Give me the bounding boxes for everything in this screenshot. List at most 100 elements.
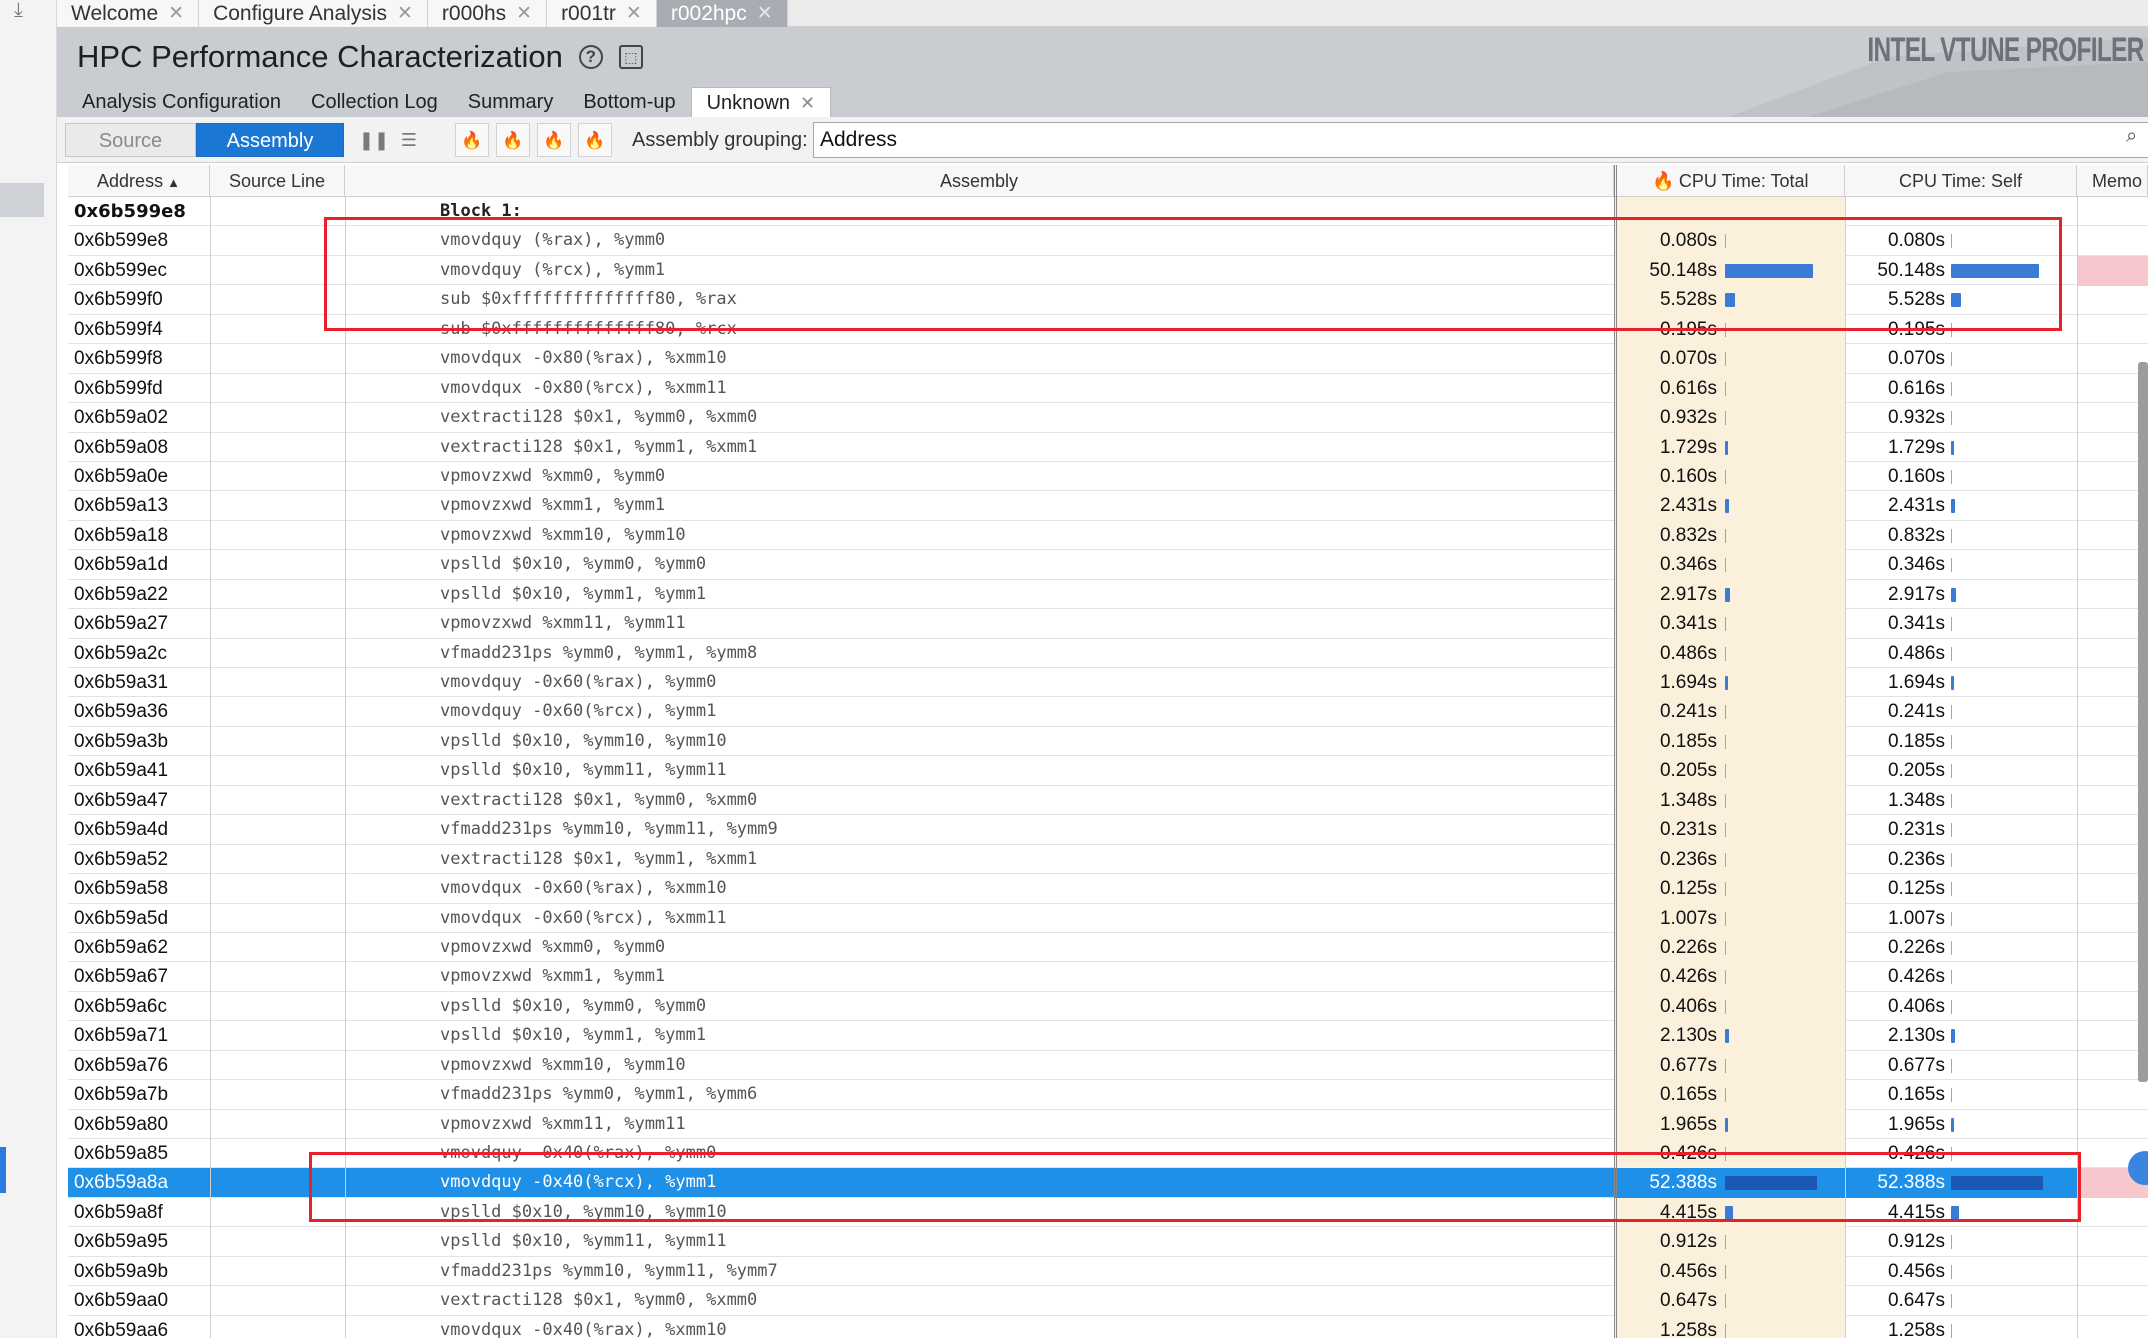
cpu-total-cell-value: 0.832s bbox=[1659, 524, 1717, 546]
view-tab-4[interactable]: Unknown ✕ bbox=[690, 87, 832, 118]
table-row[interactable]: 0x6b59a47 vextracti128 $0x1, %ymm0, %xmm0… bbox=[68, 785, 2148, 816]
hotspot-prev-icon[interactable]: 🔥 bbox=[537, 123, 571, 157]
toolbar: Source Assembly ❚❚ ☰ 🔥 🔥 🔥 🔥 Assembly gr… bbox=[57, 117, 2148, 163]
column-address[interactable]: Address ▲ bbox=[68, 165, 210, 197]
column-cpu-time-total[interactable]: 🔥 CPU Time: Total bbox=[1614, 165, 1845, 197]
cpu-self-cell: 0.677s bbox=[1845, 1050, 2077, 1081]
table-row[interactable]: 0x6b599f8 vmovdqux -0x80(%rax), %xmm10 0.0… bbox=[68, 344, 2148, 375]
download-icon[interactable]: ⤓ bbox=[14, 0, 36, 22]
close-icon[interactable]: ✕ bbox=[757, 2, 773, 25]
cpu-total-cell-value: 0.426s bbox=[1659, 966, 1717, 988]
table-row[interactable]: 0x6b59a13 vpmovzxwd %xmm1, %ymm1 2.431s 2.4… bbox=[68, 491, 2148, 522]
column-cpu-time-self[interactable]: CPU Time: Self bbox=[1845, 165, 2077, 197]
table-row[interactable]: 0x6b59aa0 vextracti128 $0x1, %ymm0, %xmm0… bbox=[68, 1286, 2148, 1317]
table-row[interactable]: 0x6b599e8 vmovdquy (%rax), %ymm0 0.080s 0.0… bbox=[68, 226, 2148, 257]
table-row[interactable]: 0x6b59a7b vfmadd231ps %ymm0, %ymm1, %ymm6… bbox=[68, 1080, 2148, 1111]
cpu-self-cell-value: 0.616s bbox=[1887, 377, 1945, 399]
table-row[interactable]: 0x6b59a76 vpmovzxwd %xmm10, %ymm10 0.677s 0… bbox=[68, 1050, 2148, 1081]
table-row[interactable]: 0x6b59a2c vfmadd231ps %ymm0, %ymm1, %ymm8… bbox=[68, 638, 2148, 669]
table-row[interactable]: 0x6b59a36 vmovdquy -0x60(%rcx), %ymm1 0.24… bbox=[68, 697, 2148, 728]
table-row[interactable]: 0x6b59a58 vmovdqux -0x60(%rax), %xmm10 0.1… bbox=[68, 874, 2148, 905]
table-row[interactable]: 0x6b59a52 vextracti128 $0x1, %ymm1, %xmm1… bbox=[68, 844, 2148, 875]
doc-tab-0[interactable]: Welcome ✕ bbox=[57, 0, 200, 27]
assembly-cell: vmovdquy (%rax), %ymm0 bbox=[345, 226, 1629, 257]
table-row[interactable]: 0x6b59a18 vpmovzxwd %xmm10, %ymm10 0.832s 0… bbox=[68, 520, 2148, 551]
table-row[interactable]: 0x6b59a4d vfmadd231ps %ymm10, %ymm11, %ym… bbox=[68, 815, 2148, 846]
assembly-button[interactable]: Assembly bbox=[196, 123, 344, 157]
grouping-select[interactable]: Address ⌄ bbox=[813, 122, 2148, 158]
doc-tab-2[interactable]: r000hs ✕ bbox=[427, 0, 548, 27]
table-row[interactable]: 0x6b59a1d vpslld $0x10, %ymm0, %ymm0 0.346… bbox=[68, 550, 2148, 581]
source-button[interactable]: Source bbox=[65, 123, 196, 157]
cpu-self-cell-value: 0.236s bbox=[1887, 848, 1945, 870]
assembly-cell: vpslld $0x10, %ymm10, %ymm10 bbox=[345, 1197, 1629, 1228]
view-tab-1[interactable]: Collection Log bbox=[296, 87, 453, 117]
close-icon[interactable]: ✕ bbox=[516, 2, 532, 25]
table-row[interactable]: 0x6b59a71 vpslld $0x10, %ymm1, %ymm1 2.130… bbox=[68, 1021, 2148, 1052]
memory-cell bbox=[2077, 1286, 2148, 1317]
report-icon[interactable]: ⬚ bbox=[618, 45, 643, 69]
table-row[interactable]: 0x6b59a80 vpmovzxwd %xmm11, %ymm11 1.965s 1… bbox=[68, 1109, 2148, 1140]
address-cell: 0x6b59a4d bbox=[74, 819, 169, 841]
cpu-self-cell: 0.456s bbox=[1845, 1256, 2077, 1287]
table-row[interactable]: 0x6b59a41 vpslld $0x10, %ymm11, %ymm11 0.2… bbox=[68, 756, 2148, 787]
doc-tab-3[interactable]: r001tr ✕ bbox=[547, 0, 657, 27]
help-icon[interactable]: ? bbox=[578, 45, 603, 69]
vertical-scrollbar[interactable] bbox=[2138, 362, 2148, 1082]
table-row[interactable]: 0x6b599ec vmovdquy (%rcx), %ymm1 50.148s 50… bbox=[68, 255, 2148, 286]
table-row[interactable]: 0x6b59a27 vpmovzxwd %xmm11, %ymm11 0.341s 0… bbox=[68, 609, 2148, 640]
table-row[interactable]: 0x6b59a31 vmovdquy -0x60(%rax), %ymm0 1.69… bbox=[68, 668, 2148, 698]
table-row[interactable]: 0x6b59a22 vpslld $0x10, %ymm1, %ymm1 2.917… bbox=[68, 579, 2148, 610]
time-bar-tick bbox=[1951, 322, 1952, 337]
table-row[interactable]: 0x6b59a0e vpmovzxwd %xmm0, %ymm0 0.160s 0.1… bbox=[68, 461, 2148, 492]
hotspot-up-icon[interactable]: 🔥 bbox=[455, 123, 489, 157]
table-row[interactable]: 0x6b59a6c vpslld $0x10, %ymm0, %ymm0 0.406… bbox=[68, 991, 2148, 1022]
close-icon[interactable]: ✕ bbox=[800, 88, 815, 118]
view-tab-label: Analysis Configuration bbox=[82, 91, 281, 113]
close-icon[interactable]: ✕ bbox=[168, 2, 184, 25]
source-line-cell bbox=[210, 550, 345, 581]
search-icon[interactable]: ⌕ bbox=[2126, 125, 2148, 155]
table-row[interactable]: 0x6b59a08 vextracti128 $0x1, %ymm1, %xmm1… bbox=[68, 432, 2148, 463]
time-bar-tick bbox=[1951, 234, 1952, 249]
doc-tab-4[interactable]: r002hpc ✕ bbox=[656, 0, 788, 27]
table-row[interactable]: 0x6b599f4 sub $0xffffffffffffff80, %rcx 0.… bbox=[68, 314, 2148, 345]
cpu-self-cell-value: 2.917s bbox=[1887, 583, 1945, 605]
view-tab-3[interactable]: Bottom-up bbox=[568, 87, 690, 117]
cpu-total-cell: 0.205s bbox=[1614, 756, 1845, 787]
column-source-line[interactable]: Source Line bbox=[210, 165, 345, 197]
table-row[interactable]: 0x6b599fd vmovdqux -0x80(%rcx), %xmm11 0.6… bbox=[68, 373, 2148, 404]
close-icon[interactable]: ✕ bbox=[626, 2, 642, 25]
table-row[interactable]: 0x6b59a85 vmovdquy -0x40(%rax), %ymm0 0.42… bbox=[68, 1139, 2148, 1169]
table-row[interactable]: 0x6b59a5d vmovdqux -0x60(%rcx), %xmm11 1.0… bbox=[68, 903, 2148, 934]
source-line-cell bbox=[210, 726, 345, 757]
doc-tab-1[interactable]: Configure Analysis ✕ bbox=[199, 0, 428, 27]
table-row[interactable]: 0x6b599f0 sub $0xffffffffffffff80, %rax 5.… bbox=[68, 285, 2148, 316]
time-bar-tick bbox=[1951, 381, 1952, 396]
cpu-self-cell: 1.729s bbox=[1845, 432, 2077, 463]
view-tab-0[interactable]: Analysis Configuration bbox=[67, 87, 296, 117]
view-tab-2[interactable]: Summary bbox=[453, 87, 569, 117]
close-icon[interactable]: ✕ bbox=[397, 2, 413, 25]
cpu-self-cell: 0.231s bbox=[1845, 815, 2077, 846]
source-line-cell bbox=[210, 1227, 345, 1258]
table-row[interactable]: 0x6b59a9b vfmadd231ps %ymm10, %ymm11, %ym… bbox=[68, 1256, 2148, 1287]
pause-icon[interactable]: ❚❚ bbox=[357, 123, 391, 157]
hotspot-next-icon[interactable]: 🔥 bbox=[496, 123, 530, 157]
table-row[interactable]: 0x6b59a62 vpmovzxwd %xmm0, %ymm0 0.226s 0.2… bbox=[68, 932, 2148, 963]
hotspot-down-icon[interactable]: 🔥 bbox=[578, 123, 612, 157]
column-memory[interactable]: Memo bbox=[2077, 165, 2148, 197]
grid-header: Address ▲ Source Line Assembly 🔥 CPU Time:… bbox=[68, 165, 2148, 197]
table-row[interactable]: 0x6b59a02 vextracti128 $0x1, %ymm0, %xmm0… bbox=[68, 403, 2148, 434]
table-row[interactable]: 0x6b59a8a vmovdquy -0x40(%rcx), %ymm1 52.3… bbox=[68, 1168, 2148, 1199]
table-row[interactable]: 0x6b59a95 vpslld $0x10, %ymm11, %ymm11 0.9… bbox=[68, 1227, 2148, 1258]
table-row[interactable]: 0x6b59a67 vpmovzxwd %xmm1, %ymm1 0.426s 0.4… bbox=[68, 962, 2148, 993]
table-row[interactable]: 0x6b59a8f vpslld $0x10, %ymm10, %ymm10 4.4… bbox=[68, 1197, 2148, 1228]
column-assembly[interactable]: Assembly bbox=[345, 165, 1614, 197]
cpu-self-cell-value: 0.231s bbox=[1887, 819, 1945, 841]
block-header-row[interactable]: 0x6b599e8 Block 1: bbox=[68, 197, 2148, 227]
table-row[interactable]: 0x6b59a3b vpslld $0x10, %ymm10, %ymm10 0.1… bbox=[68, 726, 2148, 757]
list-icon[interactable]: ☰ bbox=[392, 123, 426, 157]
cpu-total-cell-value: 0.932s bbox=[1659, 407, 1717, 429]
table-row[interactable]: 0x6b59aa6 vmovdqux -0x40(%rax), %xmm10 1.2… bbox=[68, 1315, 2148, 1338]
